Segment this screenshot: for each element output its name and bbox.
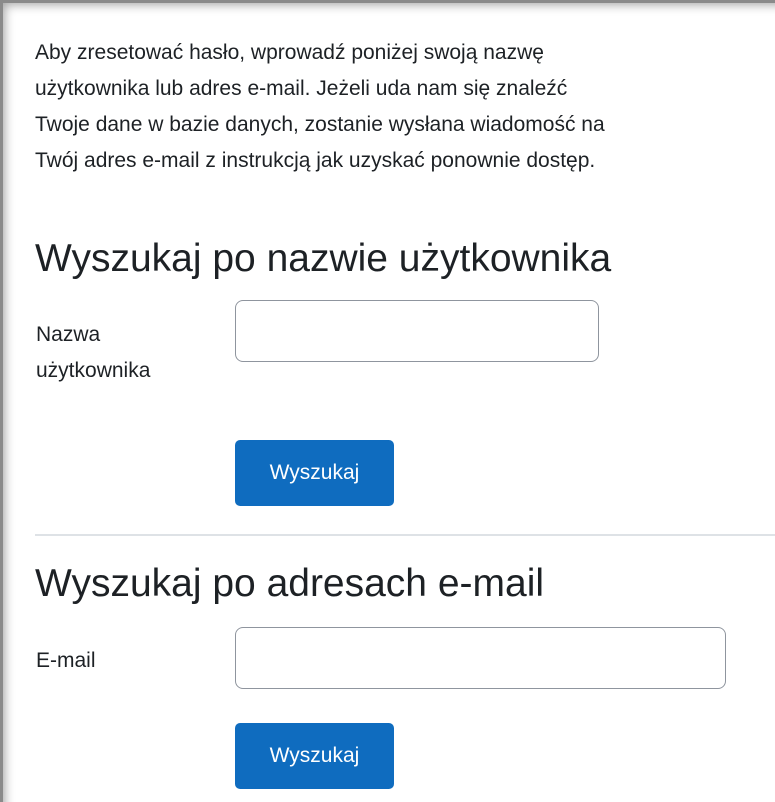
intro-line-1: Aby zresetować hasło, wprowadź poniżej s…	[35, 41, 544, 64]
username-input[interactable]	[235, 300, 599, 362]
search-by-username-button[interactable]: Wyszukaj	[235, 440, 394, 506]
search-by-email-button[interactable]: Wyszukaj	[235, 723, 394, 789]
intro-text: Aby zresetować hasło, wprowadź poniżej s…	[35, 35, 775, 179]
username-label-line-2: użytkownika	[36, 359, 151, 382]
username-section-title: Wyszukaj po nazwie użytkownika	[35, 237, 612, 280]
username-label-line-1: Nazwa	[36, 323, 101, 346]
password-reset-panel: Aby zresetować hasło, wprowadź poniżej s…	[0, 0, 775, 802]
email-section-title: Wyszukaj po adresach e-mail	[35, 562, 545, 605]
username-label: Nazwa użytkownika	[36, 317, 150, 389]
email-label: E-mail	[36, 649, 96, 672]
section-divider	[35, 534, 775, 536]
intro-line-4: Twój adres e-mail z instrukcją jak uzysk…	[35, 149, 596, 172]
intro-line-2: użytkownika lub adres e-mail. Jeżeli uda…	[35, 77, 568, 100]
email-input[interactable]	[235, 627, 726, 689]
intro-line-3: Twoje dane w bazie danych, zostanie wysł…	[35, 113, 605, 136]
